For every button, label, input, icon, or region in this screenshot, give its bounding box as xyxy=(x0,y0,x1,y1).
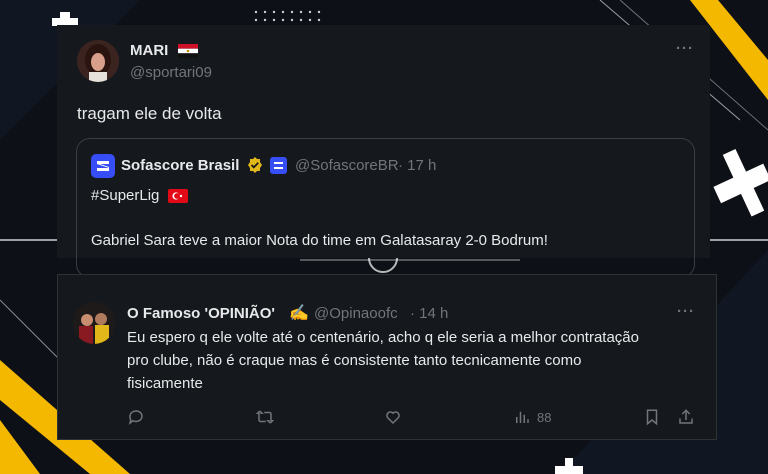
affiliate-badge-icon xyxy=(270,157,287,174)
tweet-text: tragam ele de volta xyxy=(77,104,222,123)
quoted-hashtag[interactable]: #SuperLig xyxy=(91,187,159,204)
bookmark-button[interactable] xyxy=(643,408,661,426)
views-count: 88 xyxy=(537,409,552,425)
reply-avatar[interactable] xyxy=(73,302,115,344)
sofascore-logo-icon xyxy=(91,154,115,178)
views-button[interactable]: 88 xyxy=(513,408,551,426)
quoted-author-name[interactable]: Sofascore Brasil xyxy=(121,157,239,174)
quoted-time[interactable]: · 17 h xyxy=(398,157,436,174)
author-name[interactable]: MARI xyxy=(130,42,168,59)
egypt-flag-icon xyxy=(178,44,198,58)
reply-author-name[interactable]: O Famoso 'OPINIÃO' xyxy=(127,305,275,322)
reply-text-line-3: fisicamente xyxy=(127,375,203,392)
reply-text-line-2: pro clube, não é craque mas é consistent… xyxy=(127,352,582,369)
more-options-icon[interactable]: ··· xyxy=(676,40,694,57)
turkey-flag-icon xyxy=(168,189,188,203)
views-icon xyxy=(516,411,529,423)
quoted-author-handle[interactable]: @SofascoreBR xyxy=(295,157,399,174)
reply-time[interactable]: · 14 h xyxy=(410,305,448,322)
author-avatar[interactable] xyxy=(77,40,119,82)
avatar-image xyxy=(77,40,119,82)
heart-icon xyxy=(386,411,400,425)
reply-more-options-icon[interactable]: ··· xyxy=(677,303,695,320)
reply-author-handle[interactable]: @Opinaoofc xyxy=(314,305,398,322)
share-icon xyxy=(679,409,693,424)
share-button[interactable] xyxy=(677,408,695,426)
author-handle[interactable]: @sportari09 xyxy=(130,64,212,81)
reply-avatar-image xyxy=(73,302,115,344)
comment-icon xyxy=(128,410,143,425)
quoted-text: Gabriel Sara teve a maior Nota do time e… xyxy=(91,232,548,249)
bookmark-icon xyxy=(646,409,658,426)
verified-badge-icon xyxy=(248,157,262,173)
reply-action-button[interactable] xyxy=(127,408,145,426)
reply-text-line-1: Eu espero q ele volte até o centenário, … xyxy=(127,329,639,346)
like-button[interactable] xyxy=(384,408,402,426)
retweet-button[interactable] xyxy=(256,408,274,426)
retweet-icon xyxy=(256,410,274,424)
writing-hand-icon: ✍️ xyxy=(289,305,309,322)
